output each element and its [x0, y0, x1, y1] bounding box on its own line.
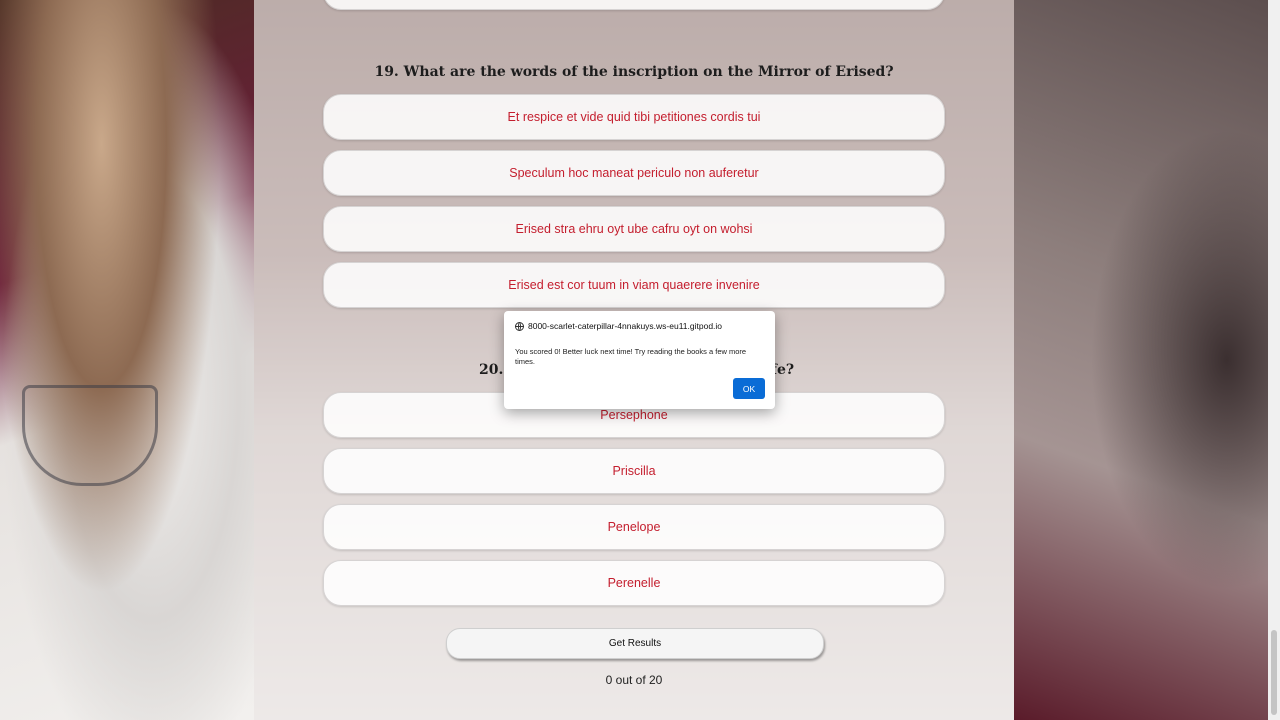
- globe-icon: [515, 321, 524, 331]
- score-text: 0 out of 20: [605, 673, 663, 687]
- dialog-header: 8000-scarlet-caterpillar-4nnakuys.ws-eu1…: [515, 321, 764, 331]
- answer-option[interactable]: Et respice et vide quid tibi petitiones …: [323, 94, 945, 140]
- scrollbar-thumb[interactable]: [1271, 630, 1277, 715]
- question-20-title-start: 20.: [479, 362, 504, 378]
- background-right-photo: [1014, 0, 1280, 720]
- answer-option[interactable]: Erised stra ehru oyt ube cafru oyt on wo…: [323, 206, 945, 252]
- answer-option[interactable]: Priscilla: [323, 448, 945, 494]
- dialog-message: You scored 0! Better luck next time! Try…: [515, 347, 747, 366]
- background-left-photo: [0, 0, 254, 720]
- get-results-button[interactable]: Get Results: [446, 628, 824, 659]
- page-scrollbar[interactable]: [1268, 0, 1280, 720]
- answer-option[interactable]: Perenelle: [323, 560, 945, 606]
- answer-option[interactable]: Erised est cor tuum in viam quaerere inv…: [323, 262, 945, 308]
- previous-answer-card[interactable]: [323, 0, 945, 10]
- dialog-origin: 8000-scarlet-caterpillar-4nnakuys.ws-eu1…: [528, 321, 723, 331]
- alert-dialog: 8000-scarlet-caterpillar-4nnakuys.ws-eu1…: [504, 311, 775, 409]
- answer-option[interactable]: Penelope: [323, 504, 945, 550]
- answer-option[interactable]: Speculum hoc maneat periculo non auferet…: [323, 150, 945, 196]
- ok-button[interactable]: OK: [733, 378, 765, 399]
- question-19-title: 19. What are the words of the inscriptio…: [374, 64, 894, 80]
- hogwarts-crest-image: [22, 385, 158, 486]
